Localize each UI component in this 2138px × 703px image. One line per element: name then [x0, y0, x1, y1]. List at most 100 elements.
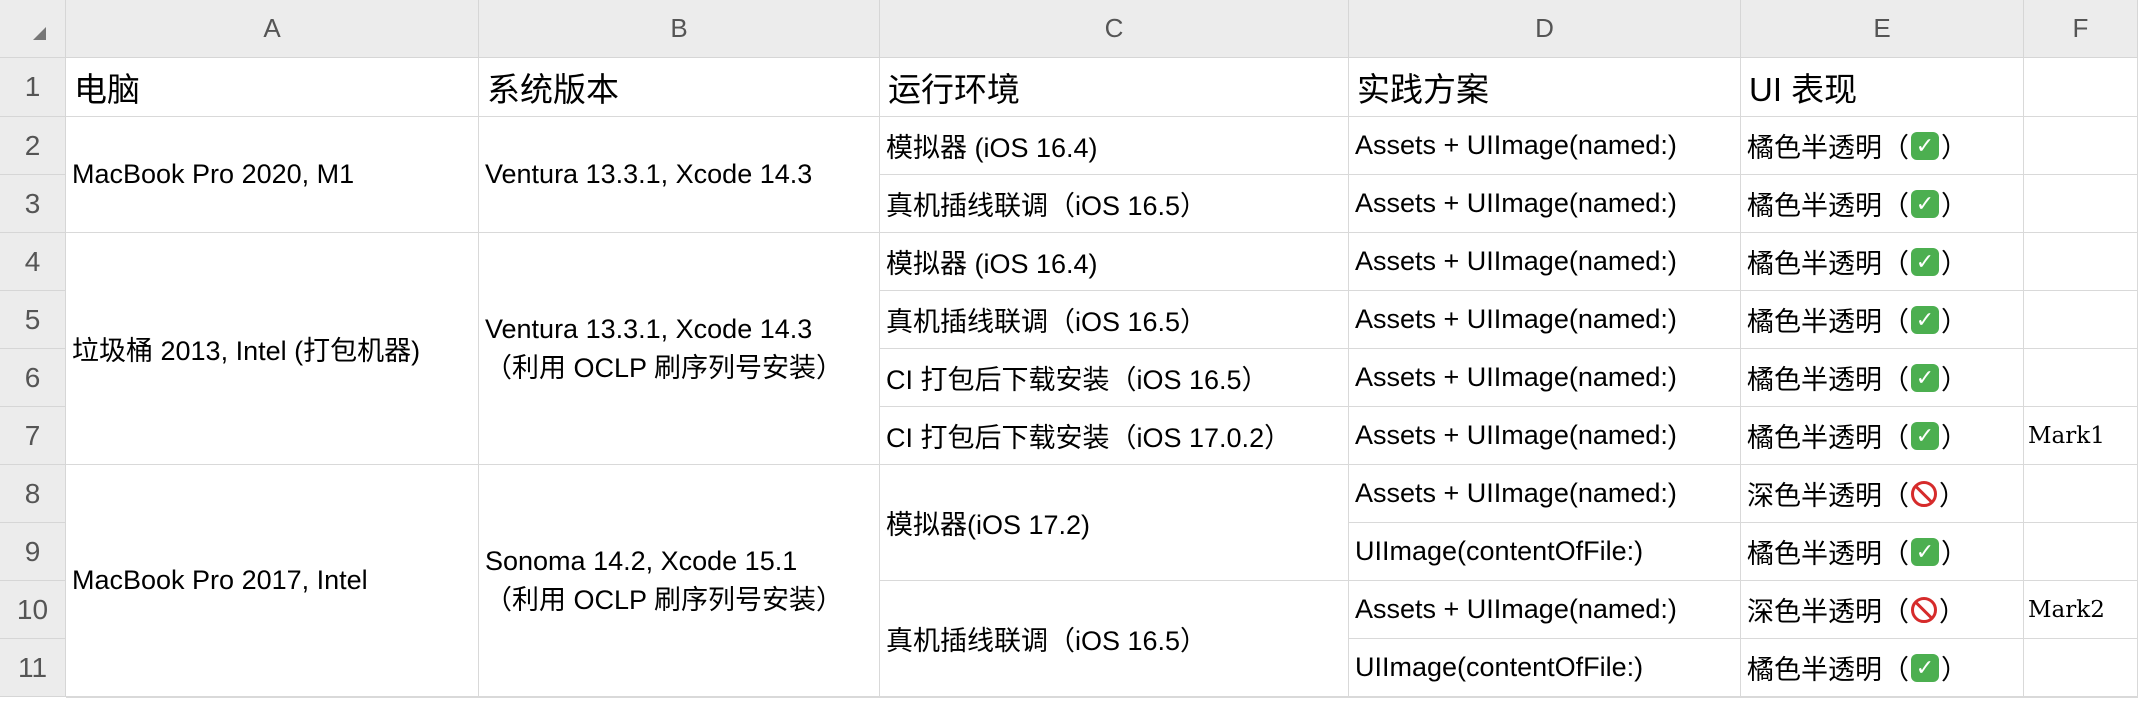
- cell-d10-approach[interactable]: Assets + UIImage(named:): [1349, 581, 1741, 639]
- cell-c10-c11-environment[interactable]: 真机插线联调（iOS 16.5）: [880, 581, 1349, 697]
- result-text: 深色半透明（: [1747, 597, 1909, 627]
- cell-d2-approach[interactable]: Assets + UIImage(named:): [1349, 117, 1741, 175]
- cell-e10-result[interactable]: 深色半透明（ ）: [1741, 581, 2024, 639]
- result-close: ）: [1941, 539, 1968, 569]
- row-header-10[interactable]: 10: [0, 581, 66, 639]
- cell-a2-a3-computer[interactable]: MacBook Pro 2020, M1: [66, 117, 479, 233]
- cell-c3-environment[interactable]: 真机插线联调（iOS 16.5）: [880, 175, 1349, 233]
- check-icon: ✓: [1911, 363, 1939, 392]
- check-icon: ✓: [1911, 189, 1939, 218]
- cell-f11[interactable]: [2024, 639, 2138, 697]
- os-line-2: （利用 OCLP 刷序列号安装）: [485, 584, 844, 615]
- cell-f9[interactable]: [2024, 523, 2138, 581]
- result-text: 橘色半透明（: [1747, 423, 1909, 453]
- cell-f2[interactable]: [2024, 117, 2138, 175]
- cell-c1-header[interactable]: 运行环境: [880, 58, 1349, 117]
- cell-c7-environment[interactable]: CI 打包后下载安装（iOS 17.0.2）: [880, 407, 1349, 465]
- prohibited-icon: [1911, 480, 1937, 507]
- cell-d5-approach[interactable]: Assets + UIImage(named:): [1349, 291, 1741, 349]
- row-header-6[interactable]: 6: [0, 349, 66, 407]
- cell-f10-mark[interactable]: Mark2: [2024, 581, 2138, 639]
- check-icon: ✓: [1911, 421, 1939, 450]
- result-text: 橘色半透明（: [1747, 249, 1909, 279]
- row-header-1[interactable]: 1: [0, 58, 66, 117]
- cell-e8-result[interactable]: 深色半透明（ ）: [1741, 465, 2024, 523]
- check-icon: ✓: [1911, 653, 1939, 682]
- result-text: 橘色半透明（: [1747, 191, 1909, 221]
- cell-d9-approach[interactable]: UIImage(contentOfFile:): [1349, 523, 1741, 581]
- result-close: ）: [1939, 481, 1966, 511]
- column-header-f[interactable]: F: [2024, 0, 2138, 58]
- cell-e5-result[interactable]: 橘色半透明（ ✓）: [1741, 291, 2024, 349]
- select-all-corner[interactable]: [0, 0, 66, 58]
- cell-b8-b11-os[interactable]: Sonoma 14.2, Xcode 15.1 （利用 OCLP 刷序列号安装）: [479, 465, 880, 697]
- cell-f6[interactable]: [2024, 349, 2138, 407]
- row-header-5[interactable]: 5: [0, 291, 66, 349]
- row-header-2[interactable]: 2: [0, 117, 66, 175]
- check-icon: ✓: [1911, 131, 1939, 160]
- cell-a1-header[interactable]: 电脑: [66, 58, 479, 117]
- cell-b2-b3-os[interactable]: Ventura 13.3.1, Xcode 14.3: [479, 117, 880, 233]
- cell-c4-environment[interactable]: 模拟器 (iOS 16.4): [880, 233, 1349, 291]
- row-header-4[interactable]: 4: [0, 233, 66, 291]
- row-header-11[interactable]: 11: [0, 639, 66, 697]
- cell-e6-result[interactable]: 橘色半透明（ ✓）: [1741, 349, 2024, 407]
- column-header-c[interactable]: C: [880, 0, 1349, 58]
- result-close: ）: [1941, 133, 1968, 163]
- cell-d7-approach[interactable]: Assets + UIImage(named:): [1349, 407, 1741, 465]
- cell-e11-result[interactable]: 橘色半透明（ ✓）: [1741, 639, 2024, 697]
- column-header-b[interactable]: B: [479, 0, 880, 58]
- cell-e1-header[interactable]: UI 表现: [1741, 58, 2024, 117]
- cell-c6-environment[interactable]: CI 打包后下载安装（iOS 16.5）: [880, 349, 1349, 407]
- cell-e9-result[interactable]: 橘色半透明（ ✓）: [1741, 523, 2024, 581]
- os-line-1: Ventura 13.3.1, Xcode 14.3: [485, 313, 813, 344]
- cell-e4-result[interactable]: 橘色半透明（ ✓）: [1741, 233, 2024, 291]
- cell-d11-approach[interactable]: UIImage(contentOfFile:): [1349, 639, 1741, 697]
- column-header-d[interactable]: D: [1349, 0, 1741, 58]
- result-close: ）: [1941, 249, 1968, 279]
- column-header-e[interactable]: E: [1741, 0, 2024, 58]
- cell-e7-result[interactable]: 橘色半透明（ ✓）: [1741, 407, 2024, 465]
- result-text: 橘色半透明（: [1747, 307, 1909, 337]
- prohibited-icon: [1911, 596, 1937, 623]
- spreadsheet: A B C D E F 1 2 3 4 5 6 7 8 9 10 11 电脑 系…: [0, 0, 2138, 703]
- result-close: ）: [1941, 365, 1968, 395]
- cell-d6-approach[interactable]: Assets + UIImage(named:): [1349, 349, 1741, 407]
- cell-a4-a7-computer[interactable]: 垃圾桶 2013, Intel (打包机器): [66, 233, 479, 465]
- cell-f3[interactable]: [2024, 175, 2138, 233]
- cell-d3-approach[interactable]: Assets + UIImage(named:): [1349, 175, 1741, 233]
- cell-d1-header[interactable]: 实践方案: [1349, 58, 1741, 117]
- check-icon: ✓: [1911, 537, 1939, 566]
- cell-c2-environment[interactable]: 模拟器 (iOS 16.4): [880, 117, 1349, 175]
- result-text: 橘色半透明（: [1747, 655, 1909, 685]
- os-line-1: Sonoma 14.2, Xcode 15.1: [485, 545, 798, 576]
- cell-f4[interactable]: [2024, 233, 2138, 291]
- row-header-3[interactable]: 3: [0, 175, 66, 233]
- cell-b1-header[interactable]: 系统版本: [479, 58, 880, 117]
- result-text: 橘色半透明（: [1747, 365, 1909, 395]
- cell-f1[interactable]: [2024, 58, 2138, 117]
- check-icon: ✓: [1911, 305, 1939, 334]
- result-close: ）: [1941, 191, 1968, 221]
- result-close: ）: [1941, 307, 1968, 337]
- cell-b4-b7-os[interactable]: Ventura 13.3.1, Xcode 14.3 （利用 OCLP 刷序列号…: [479, 233, 880, 465]
- result-close: ）: [1941, 423, 1968, 453]
- cell-f5[interactable]: [2024, 291, 2138, 349]
- cell-d4-approach[interactable]: Assets + UIImage(named:): [1349, 233, 1741, 291]
- cell-d8-approach[interactable]: Assets + UIImage(named:): [1349, 465, 1741, 523]
- row-header-8[interactable]: 8: [0, 465, 66, 523]
- row-header-7[interactable]: 7: [0, 407, 66, 465]
- check-icon: ✓: [1911, 247, 1939, 276]
- cell-c8-c9-environment[interactable]: 模拟器(iOS 17.2): [880, 465, 1349, 581]
- cell-e3-result[interactable]: 橘色半透明（ ✓）: [1741, 175, 2024, 233]
- next-row-edge: [66, 697, 2138, 703]
- cell-a8-a11-computer[interactable]: MacBook Pro 2017, Intel: [66, 465, 479, 697]
- column-header-a[interactable]: A: [66, 0, 479, 58]
- cell-f7-mark[interactable]: Mark1: [2024, 407, 2138, 465]
- result-close: ）: [1941, 655, 1968, 685]
- cell-e2-result[interactable]: 橘色半透明（ ✓）: [1741, 117, 2024, 175]
- cell-c5-environment[interactable]: 真机插线联调（iOS 16.5）: [880, 291, 1349, 349]
- row-header-9[interactable]: 9: [0, 523, 66, 581]
- result-close: ）: [1939, 597, 1966, 627]
- cell-f8[interactable]: [2024, 465, 2138, 523]
